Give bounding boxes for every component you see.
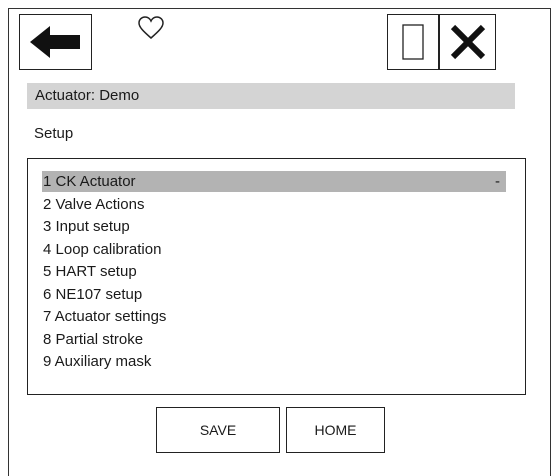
- list-item-label: 7 Actuator settings: [43, 308, 167, 325]
- list-item-label: 4 Loop calibration: [43, 241, 162, 258]
- arrow-left-icon: [29, 26, 80, 58]
- close-button[interactable]: [439, 14, 496, 70]
- list-item-7[interactable]: 7 Actuator settings: [28, 306, 166, 327]
- save-button[interactable]: SAVE: [156, 407, 280, 453]
- back-button[interactable]: [19, 14, 92, 70]
- square-outline-icon: [402, 24, 424, 60]
- list-item-2[interactable]: 2 Valve Actions: [28, 194, 144, 215]
- heart-outline-icon: [138, 16, 164, 39]
- list-item-9[interactable]: 9 Auxiliary mask: [28, 351, 151, 372]
- list-item-label: 2 Valve Actions: [43, 196, 145, 213]
- home-button[interactable]: HOME: [286, 407, 385, 453]
- favorite-button[interactable]: [138, 16, 164, 40]
- list-item-label: 5 HART setup: [43, 263, 137, 280]
- section-title: Setup: [34, 125, 74, 142]
- list-item-label: 8 Partial stroke: [43, 331, 144, 348]
- list-item-label: 3 Input setup: [43, 218, 130, 235]
- list-item-label: 6 NE107 setup: [43, 286, 143, 303]
- list-item-1[interactable]: 1 CK Actuator -: [42, 171, 506, 192]
- window-title: Actuator: Demo: [35, 87, 140, 104]
- window-button[interactable]: [387, 14, 439, 70]
- list-item-3[interactable]: 3 Input setup: [28, 216, 130, 237]
- list-item-6[interactable]: 6 NE107 setup: [28, 284, 142, 305]
- list-item-suffix: -: [495, 173, 500, 190]
- close-icon: [450, 24, 485, 60]
- menu-list: 1 CK Actuator - 2 Valve Actions 3 Input …: [27, 158, 526, 395]
- list-item-5[interactable]: 5 HART setup: [28, 261, 137, 282]
- list-item-label: 1 CK Actuator: [43, 173, 136, 190]
- list-item-label: 9 Auxiliary mask: [43, 353, 152, 370]
- list-item-4[interactable]: 4 Loop calibration: [28, 239, 161, 260]
- title-bar: Actuator: Demo: [27, 83, 515, 109]
- list-item-8[interactable]: 8 Partial stroke: [28, 329, 143, 350]
